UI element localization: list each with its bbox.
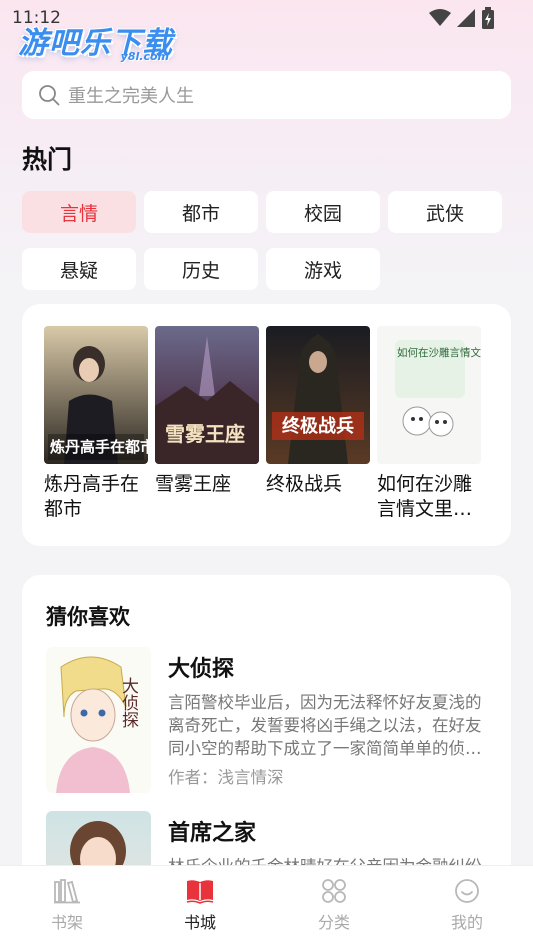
- profile-icon: [455, 879, 479, 903]
- tag-game[interactable]: 游戏: [266, 248, 380, 290]
- logo-sub-text: y8l.com: [120, 50, 169, 63]
- tab-profile[interactable]: 我的: [427, 878, 507, 933]
- book-title: 终极战兵: [266, 473, 343, 495]
- book-cover: 终极战兵: [266, 326, 370, 464]
- battery-icon: [482, 7, 494, 29]
- rec-author: 作者：浅言情深: [168, 768, 284, 787]
- tab-label: 书架: [50, 913, 83, 932]
- rec-title: 大侦探: [168, 657, 235, 682]
- tag-wuxia[interactable]: 武侠: [388, 191, 502, 233]
- signal-icon: [457, 9, 475, 27]
- book-cover-text: 雪雾王座: [165, 422, 245, 446]
- tab-label: 我的: [450, 913, 483, 932]
- book-title: 雪雾王座: [155, 473, 232, 495]
- book-cover-text: 如何在沙雕言情文里活下去: [397, 346, 481, 359]
- book-cover: 炼丹高手在都市: [44, 326, 148, 464]
- book-cover-text: 终极战兵: [282, 415, 354, 437]
- guess-section-title: 猜你喜欢: [46, 605, 130, 629]
- hot-book-item[interactable]: 终极战兵 终极战兵: [266, 326, 370, 497]
- rec-title: 首席之家: [168, 821, 257, 846]
- tag-romance[interactable]: 言情: [22, 191, 136, 233]
- book-cover: 如何在沙雕言情文里活下去: [377, 326, 481, 464]
- tab-label: 分类: [317, 913, 350, 932]
- tag-mystery[interactable]: 悬疑: [22, 248, 136, 290]
- search-bar[interactable]: 重生之完美人生: [22, 71, 511, 119]
- status-icons: [429, 7, 495, 29]
- book-title: 炼丹高手在都市: [44, 473, 140, 520]
- book-title: 如何在沙雕言情文里活下去: [377, 473, 473, 520]
- book-cover: 雪雾王座: [155, 326, 259, 464]
- hot-section-title: 热门: [22, 145, 73, 174]
- tab-bookshelf[interactable]: 书架: [27, 878, 107, 933]
- book-cover-text: 炼丹高手在都市: [50, 438, 148, 456]
- site-logo: 游吧乐下载 y8l.com: [18, 18, 173, 63]
- tab-bookstore[interactable]: 书城: [160, 878, 240, 933]
- hot-book-item[interactable]: 炼丹高手在都市 炼丹高手在都市: [44, 326, 148, 522]
- category-icon: [322, 879, 346, 903]
- guess-you-like-card: 猜你喜欢 大侦探 大侦探 言陌警校毕业后，因为无法释怀好友夏浅的离奇死亡，发誓要…: [22, 575, 511, 915]
- rec-cover-text: 大侦探: [118, 677, 139, 728]
- rec-description: 言陌警校毕业后，因为无法释怀好友夏浅的离奇死亡，发誓要将凶手绳之以法，在好友同小…: [168, 693, 482, 758]
- bookstore-icon: [186, 880, 214, 904]
- tag-campus[interactable]: 校园: [266, 191, 380, 233]
- wifi-icon: [429, 9, 451, 26]
- hot-book-item[interactable]: 如何在沙雕言情文里活下去 如何在沙雕言情文里活下去: [377, 326, 481, 522]
- search-placeholder: 重生之完美人生: [68, 86, 194, 107]
- tab-category[interactable]: 分类: [294, 878, 374, 933]
- hot-book-item[interactable]: 雪雾王座 雪雾王座: [155, 326, 259, 497]
- bottom-tab-bar: 书架 书城 分类 我的: [0, 865, 533, 948]
- tag-history[interactable]: 历史: [144, 248, 258, 290]
- tag-urban[interactable]: 都市: [144, 191, 258, 233]
- recommend-item[interactable]: 大侦探 大侦探 言陌警校毕业后，因为无法释怀好友夏浅的离奇死亡，发誓要将凶手绳之…: [46, 647, 496, 797]
- bookshelf-icon: [54, 879, 80, 904]
- search-icon: [39, 85, 60, 106]
- tab-label: 书城: [183, 913, 216, 932]
- rec-cover: 大侦探: [46, 647, 151, 793]
- hot-books-card: 炼丹高手在都市 炼丹高手在都市 雪雾王座 雪雾王座 终极战兵 终极战兵 如何在沙…: [22, 304, 511, 546]
